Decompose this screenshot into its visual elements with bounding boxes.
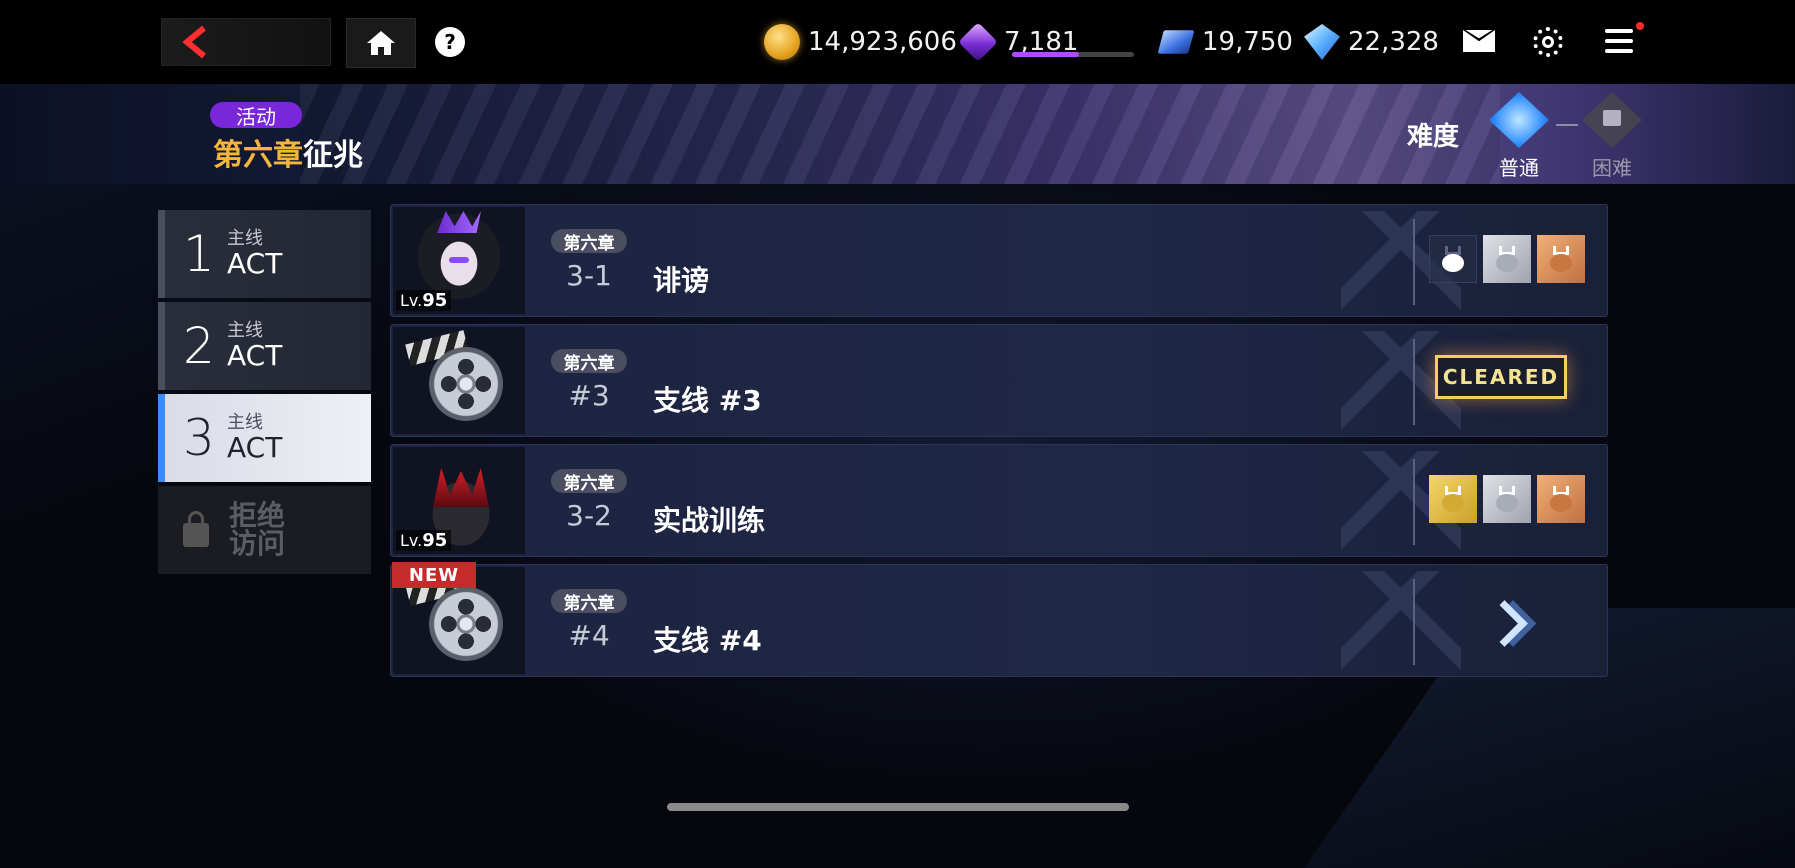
act-tab-1[interactable]: 1 主线 ACT: [158, 210, 371, 298]
act-title: ACT: [227, 431, 283, 464]
chevron-decoration: [1341, 571, 1461, 671]
stage-code: #4: [568, 619, 610, 652]
card-counter[interactable]: 19,750: [1157, 20, 1293, 64]
difficulty-normal-label: 普通: [1499, 156, 1539, 180]
diamond-icon: [1304, 24, 1340, 60]
home-icon: [367, 31, 395, 55]
home-button[interactable]: [346, 18, 416, 68]
mail-icon[interactable]: [1463, 30, 1495, 52]
film-reel-icon: [429, 347, 503, 421]
medal-empty-icon: [1429, 235, 1477, 283]
act-title: ACT: [227, 247, 283, 280]
difficulty-label: 难度: [1407, 122, 1460, 152]
chevron-right-icon: [1480, 599, 1528, 647]
notification-dot: [1636, 22, 1644, 30]
act-tab-3[interactable]: 3 主线 ACT: [158, 394, 371, 482]
menu-icon[interactable]: [1605, 29, 1633, 53]
chapter-tag: 第六章: [551, 229, 627, 254]
act-sub: 主线: [227, 228, 263, 249]
new-badge: NEW: [392, 562, 476, 588]
gold-counter[interactable]: 14,923,606: [764, 20, 957, 64]
home-indicator[interactable]: [667, 803, 1129, 811]
card-value: 19,750: [1202, 27, 1293, 57]
stamina-progress-fill: [1012, 52, 1080, 57]
act-sub: 主线: [227, 412, 263, 433]
stage-code: #3: [568, 379, 610, 412]
act-number: 3: [183, 409, 215, 467]
lock-icon: [183, 511, 209, 547]
row-divider: [1413, 219, 1415, 305]
chapter-title: 第六章征兆: [213, 130, 363, 174]
chapter-name: 征兆: [303, 138, 363, 173]
row-divider: [1413, 339, 1415, 425]
diamond-value: 22,328: [1348, 27, 1439, 57]
go-button[interactable]: [1476, 595, 1532, 651]
stage-code: 3-2: [566, 499, 612, 532]
help-button[interactable]: ?: [435, 27, 465, 57]
stamina-progress-bar: [1012, 52, 1134, 57]
stage-code: 3-1: [566, 259, 612, 292]
access-denied-line1: 拒绝: [229, 499, 286, 532]
chapter-tag: 第六章: [551, 469, 627, 494]
row-divider: [1413, 579, 1415, 665]
crossed-swords-icon: [1489, 92, 1549, 148]
top-bar: ? 14,923,606 7,181 19,750 22,328: [0, 0, 1795, 84]
back-arrow-icon: [182, 25, 206, 59]
medal-gold-icon: [1429, 475, 1477, 523]
level-badge: Lv.95: [396, 290, 452, 311]
stage-row-side-3[interactable]: 第六章 #3 支线 #3 CLEARED: [390, 324, 1608, 437]
medal-bronze-icon: [1537, 235, 1585, 283]
difficulty-hard-button[interactable]: 困难: [1575, 92, 1649, 180]
access-denied-line2: 访问: [229, 527, 286, 560]
locked-emblem-icon: [1582, 92, 1642, 148]
cleared-badge: CLEARED: [1435, 355, 1567, 399]
stage-row-side-4[interactable]: 第六章 #4 支线 #4: [390, 564, 1608, 677]
blue-card-icon: [1157, 30, 1195, 54]
stage-name: 支线 #4: [653, 624, 762, 657]
medal-silver-icon: [1483, 235, 1531, 283]
row-divider: [1413, 459, 1415, 545]
stage-name: 支线 #3: [653, 384, 762, 417]
gear-icon[interactable]: [1533, 27, 1563, 57]
stage-row-3-1[interactable]: Lv.95 第六章 3-1 诽谤: [390, 204, 1608, 317]
stamina-counter[interactable]: 7,181: [958, 20, 1078, 64]
film-reel-icon: [429, 587, 503, 661]
stage-thumbnail: [393, 327, 525, 434]
medal-silver-icon: [1483, 475, 1531, 523]
diamond-counter[interactable]: 22,328: [1304, 20, 1439, 64]
stage-row-3-2[interactable]: Lv.95 第六章 3-2 实战训练: [390, 444, 1608, 557]
gold-value: 14,923,606: [808, 27, 957, 57]
stage-thumbnail: Lv.95: [393, 207, 525, 314]
purple-cube-icon: [958, 22, 998, 62]
level-badge: Lv.95: [396, 530, 452, 551]
act-number: 2: [183, 317, 215, 375]
act-sub: 主线: [227, 320, 263, 341]
chapter-tag: 第六章: [551, 589, 627, 614]
chapter-tag: 第六章: [551, 349, 627, 374]
difficulty-normal-button[interactable]: 普通: [1482, 92, 1556, 180]
act-number: 1: [183, 225, 215, 283]
act-tab-2[interactable]: 2 主线 ACT: [158, 302, 371, 390]
medal-bronze-icon: [1537, 475, 1585, 523]
act-title: ACT: [227, 339, 283, 372]
back-button[interactable]: [161, 18, 331, 66]
gold-coin-icon: [764, 24, 800, 60]
difficulty-hard-label: 困难: [1592, 156, 1632, 180]
stage-thumbnail: Lv.95: [393, 447, 525, 554]
stage-name: 诽谤: [653, 264, 710, 297]
stage-name: 实战训练: [653, 504, 766, 537]
event-badge: 活动: [210, 102, 302, 129]
chapter-number: 第六章: [213, 138, 303, 173]
act-tab-locked[interactable]: 拒绝 访问: [158, 486, 371, 574]
lock-icon: [1603, 110, 1621, 126]
